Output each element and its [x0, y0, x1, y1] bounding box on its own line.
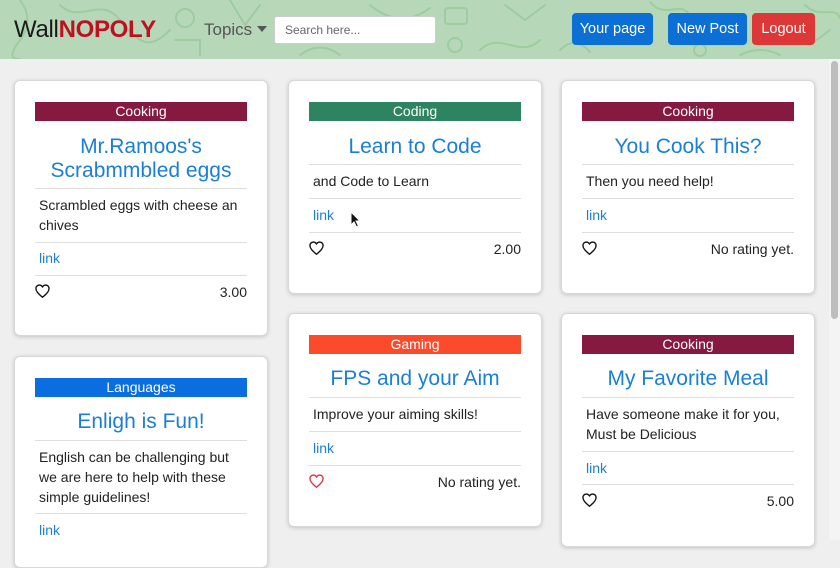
- post-title[interactable]: FPS and your Aim: [309, 367, 521, 391]
- post-rating: No rating yet.: [710, 241, 794, 257]
- navbar: WallNOPOLY Topics Your page New Post Log…: [0, 0, 840, 59]
- divider: [309, 431, 521, 432]
- heart-icon[interactable]: [35, 284, 50, 298]
- post-title[interactable]: Enligh is Fun!: [35, 410, 247, 434]
- brand-nopoly: NOPOLY: [58, 16, 157, 43]
- post-rating: 2.00: [493, 241, 521, 257]
- divider: [309, 465, 521, 466]
- post-title[interactable]: Mr.Ramoos's Scrabmmbled eggs: [35, 135, 247, 183]
- post-link[interactable]: link: [313, 440, 334, 456]
- brand-wall: Wall: [14, 16, 59, 43]
- heart-icon[interactable]: [309, 241, 324, 255]
- divider: [35, 275, 247, 276]
- caret-down-icon[interactable]: [257, 26, 267, 32]
- category-badge: Languages: [35, 378, 247, 397]
- post-rating: No rating yet.: [437, 474, 521, 490]
- divider: [582, 198, 794, 199]
- heart-icon[interactable]: [309, 474, 324, 488]
- divider: [35, 440, 247, 441]
- divider: [309, 232, 521, 233]
- post-link[interactable]: link: [586, 207, 607, 223]
- divider: [35, 188, 247, 189]
- post-card: Cooking Mr.Ramoos's Scrabmmbled eggs Scr…: [14, 80, 268, 336]
- category-badge: Coding: [309, 102, 521, 121]
- divider: [309, 397, 521, 398]
- divider: [309, 198, 521, 199]
- your-page-button[interactable]: Your page: [572, 13, 653, 45]
- category-badge: Cooking: [582, 335, 794, 354]
- post-description: and Code to Learn: [313, 173, 429, 189]
- post-card: Coding Learn to Code and Code to Learn l…: [288, 80, 542, 294]
- post-description: English can be challenging but we are he…: [39, 449, 229, 505]
- heart-icon[interactable]: [582, 241, 597, 255]
- brand-logo[interactable]: WallNOPOLY: [14, 16, 156, 44]
- post-link[interactable]: link: [313, 207, 334, 223]
- page-scrollbar[interactable]: [829, 59, 840, 540]
- post-rating: 3.00: [219, 284, 247, 300]
- divider: [582, 451, 794, 452]
- post-card: Languages Enligh is Fun! English can be …: [14, 356, 268, 568]
- divider: [582, 164, 794, 165]
- category-badge: Gaming: [309, 335, 521, 354]
- post-title[interactable]: Learn to Code: [309, 135, 521, 159]
- post-card: Cooking My Favorite Meal Have someone ma…: [561, 313, 815, 547]
- divider: [582, 232, 794, 233]
- topics-dropdown[interactable]: Topics: [204, 20, 252, 40]
- post-description: Improve your aiming skills!: [313, 406, 478, 422]
- new-post-button[interactable]: New Post: [668, 13, 747, 45]
- divider: [35, 242, 247, 243]
- post-description: Scrambled eggs with cheese an chives: [39, 197, 238, 233]
- post-link[interactable]: link: [39, 250, 60, 266]
- divider: [309, 164, 521, 165]
- post-description: Have someone make it for you, Must be De…: [586, 406, 780, 442]
- post-title[interactable]: You Cook This?: [582, 135, 794, 159]
- scrollbar-thumb[interactable]: [831, 61, 838, 319]
- post-description: Then you need help!: [586, 173, 714, 189]
- search-input[interactable]: [274, 16, 436, 44]
- category-badge: Cooking: [35, 102, 247, 121]
- heart-icon[interactable]: [582, 493, 597, 507]
- post-card: Gaming FPS and your Aim Improve your aim…: [288, 313, 542, 527]
- post-card: Cooking You Cook This? Then you need hel…: [561, 80, 815, 294]
- mouse-cursor-icon: [350, 211, 361, 228]
- logout-button[interactable]: Logout: [752, 13, 815, 45]
- divider: [582, 484, 794, 485]
- category-badge: Cooking: [582, 102, 794, 121]
- post-rating: 5.00: [766, 493, 794, 509]
- post-title[interactable]: My Favorite Meal: [582, 367, 794, 391]
- divider: [35, 513, 247, 514]
- post-link[interactable]: link: [39, 522, 60, 538]
- divider: [582, 397, 794, 398]
- post-link[interactable]: link: [586, 460, 607, 476]
